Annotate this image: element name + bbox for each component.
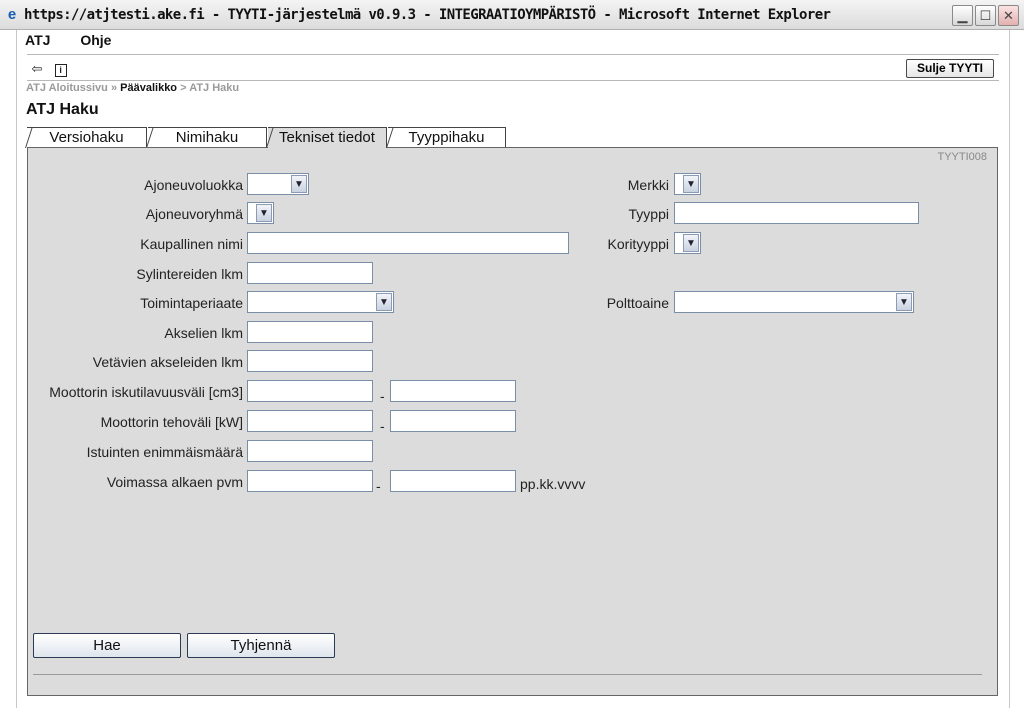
menu-item-ohje[interactable]: Ohje [80, 32, 111, 48]
window-title-bar: e https://atjtesti.ake.fi - TYYTI-järjes… [0, 0, 1024, 30]
divider [27, 54, 999, 55]
iskutilavuus-label: Moottorin iskutilavuusväli [cm3] [49, 384, 243, 400]
istuimet-input[interactable] [247, 440, 373, 462]
toolbar-icons: ⇦ i [29, 61, 67, 77]
range-separator: - [380, 388, 385, 404]
korityyppi-select[interactable]: ▼ [674, 232, 701, 254]
internet-explorer-icon: e [7, 6, 17, 23]
tab-tekniset-tiedot[interactable]: Tekniset tiedot [266, 127, 387, 148]
tab-tyyppihaku[interactable]: Tyyppihaku [386, 127, 506, 148]
chevron-down-icon: ▼ [376, 293, 392, 311]
chevron-down-icon: ▼ [896, 293, 912, 311]
breadcrumb-separator: » [110, 82, 118, 94]
back-arrow-icon[interactable]: ⇦ [29, 61, 45, 77]
chevron-down-icon: ▼ [683, 175, 699, 193]
tab-nimihaku[interactable]: Nimihaku [146, 127, 267, 148]
teho-to-input[interactable] [390, 410, 516, 432]
divider [27, 80, 999, 81]
ajoneuvoluokka-select[interactable]: ▼ [247, 173, 309, 195]
kaupallinen-nimi-input[interactable] [247, 232, 569, 254]
range-separator: - [376, 478, 381, 494]
close-icon[interactable]: ✕ [998, 5, 1019, 26]
chevron-down-icon: ▼ [291, 175, 307, 193]
breadcrumb-item-home[interactable]: ATJ Aloitussivu [26, 82, 108, 94]
search-button[interactable]: Hae [33, 633, 181, 658]
vetavat-akselit-input[interactable] [247, 350, 373, 372]
search-form-panel: TYYTI008 Ajoneuvoluokka ▼ Ajoneuvoryhmä … [27, 147, 998, 696]
page-frame: ATJ Ohje ⇦ i Sulje TYYTI ATJ Aloitussivu… [16, 30, 1010, 708]
chevron-down-icon: ▼ [256, 204, 272, 222]
page-title: ATJ Haku [26, 101, 99, 118]
breadcrumb-item-current: ATJ Haku [189, 82, 240, 94]
maximize-icon[interactable]: ☐ [975, 5, 996, 26]
tab-versiohaku[interactable]: Versiohaku [25, 127, 147, 148]
merkki-select[interactable]: ▼ [674, 173, 701, 195]
close-tyyti-button[interactable]: Sulje TYYTI [906, 59, 994, 78]
window-title: https://atjtesti.ake.fi - TYYTI-järjeste… [24, 7, 831, 23]
akselit-label: Akselien lkm [164, 325, 243, 341]
voimassa-from-input[interactable] [247, 470, 373, 492]
toimintaperiaate-label: Toimintaperiaate [140, 295, 243, 311]
merkki-label: Merkki [627, 177, 669, 193]
kaupallinen-nimi-label: Kaupallinen nimi [140, 236, 243, 252]
sylinterit-label: Sylintereiden lkm [136, 266, 243, 282]
iskutilavuus-from-input[interactable] [247, 380, 373, 402]
clear-button[interactable]: Tyhjennä [187, 633, 335, 658]
iskutilavuus-to-input[interactable] [390, 380, 516, 402]
menu-item-atj[interactable]: ATJ [25, 32, 50, 48]
toimintaperiaate-select[interactable]: ▼ [247, 291, 394, 313]
tyyppi-input[interactable] [674, 202, 919, 224]
chevron-down-icon: ▼ [683, 234, 699, 252]
sylinterit-input[interactable] [247, 262, 373, 284]
tyyppi-label: Tyyppi [628, 206, 669, 222]
vetavat-akselit-label: Vetävien akseleiden lkm [92, 354, 243, 370]
breadcrumb: ATJ Aloitussivu » Päävalikko > ATJ Haku [26, 82, 239, 94]
ajoneuvoryhma-label: Ajoneuvoryhmä [145, 206, 243, 222]
voimassa-label: Voimassa alkaen pvm [106, 474, 243, 490]
ajoneuvoryhma-select[interactable]: ▼ [247, 202, 274, 224]
breadcrumb-separator: > [180, 82, 187, 94]
date-format-hint: pp.kk.vvvv [520, 476, 586, 492]
breadcrumb-item-main-menu[interactable]: Päävalikko [120, 82, 177, 94]
divider [33, 674, 982, 675]
akselit-input[interactable] [247, 321, 373, 343]
menu-bar: ATJ Ohje [25, 32, 137, 50]
teho-label: Moottorin tehoväli [kW] [100, 414, 243, 430]
polttoaine-label: Polttoaine [606, 295, 669, 311]
korityyppi-label: Korityyppi [607, 236, 669, 252]
range-separator: - [380, 418, 385, 434]
polttoaine-select[interactable]: ▼ [674, 291, 914, 313]
ajoneuvoluokka-label: Ajoneuvoluokka [144, 177, 243, 193]
voimassa-to-input[interactable] [390, 470, 516, 492]
teho-from-input[interactable] [247, 410, 373, 432]
istuimet-label: Istuinten enimmäismäärä [86, 444, 243, 460]
info-icon[interactable]: i [54, 64, 67, 77]
screen-code: TYYTI008 [937, 151, 987, 163]
minimize-icon[interactable]: ▁ [952, 5, 973, 26]
